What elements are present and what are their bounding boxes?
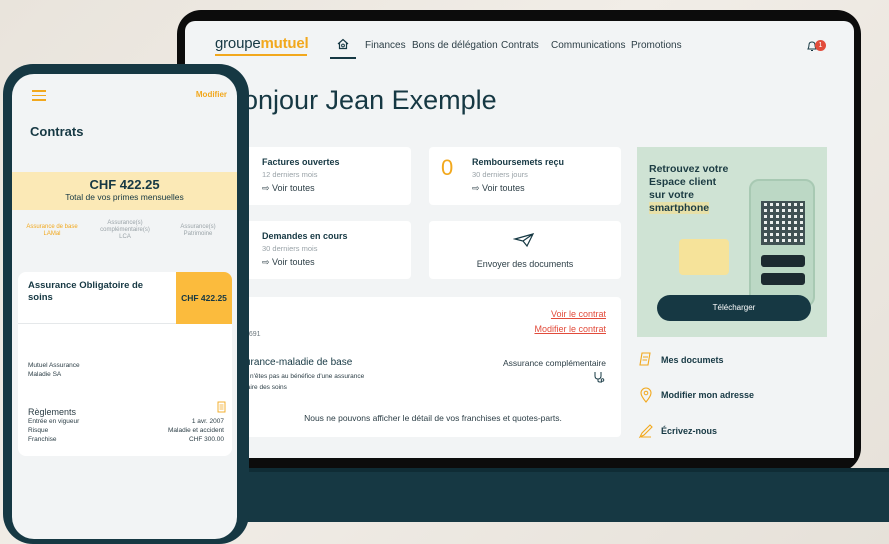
tab-label-line: Patrimoine <box>183 231 213 237</box>
promo-line-1: Retrouvez votre <box>649 163 729 175</box>
tab-assurance-patrimoine[interactable]: Assurance(s) Patrimoine <box>164 224 232 238</box>
voir-toutes-demandes-link[interactable]: ⇨ Voir toutes <box>262 257 315 268</box>
top-navigation: groupemutuel Finances Bons de délégation… <box>185 21 854 71</box>
home-icon[interactable] <box>336 37 350 51</box>
contract-amount: CHF 422.25 <box>176 272 232 324</box>
row-label-franchise: Franchise <box>28 436 57 443</box>
link-label: Voir toutes <box>482 183 525 193</box>
row-value-risque: Maladie et accident <box>167 427 224 434</box>
arrow-right-icon: ⇨ <box>472 183 483 193</box>
paper-plane-icon <box>513 233 535 248</box>
modifier-button[interactable]: Modifier <box>196 90 227 99</box>
contract-title: Assurance Obligatoire de soins <box>28 280 144 303</box>
card-title: Demandes en cours <box>262 231 348 241</box>
promo-text: Retrouvez votre Espace client sur votre … <box>649 163 749 215</box>
total-premiums-banner: CHF 422.25 Total de vos primes mensuelle… <box>12 172 237 210</box>
tab-label-line: LCA <box>119 234 131 240</box>
smartphone-illustration <box>749 179 815 307</box>
envoyer-documents-button[interactable]: Envoyer des documents <box>429 221 621 279</box>
logo-underline <box>215 54 307 56</box>
card-subtitle: 12 derniers mois <box>262 170 318 179</box>
smartphone-screen: Modifier Contrats CHF 422.25 Total de vo… <box>12 74 237 539</box>
hamburger-menu-icon[interactable] <box>32 90 46 101</box>
reglements-label: Règlements <box>28 407 77 417</box>
contract-card-mobile[interactable]: Assurance Obligatoire de soins CHF 422.2… <box>18 272 232 456</box>
link-label: Voir toutes <box>272 257 315 267</box>
card-factures-ouvertes: Factures ouvertes 12 derniers mois ⇨ Voi… <box>243 147 411 205</box>
document-icon[interactable] <box>217 401 226 413</box>
tab-label-line: Assurance de base <box>26 224 78 230</box>
total-label: Total de vos primes mensuelles <box>65 192 184 202</box>
total-amount: CHF 422.25 <box>89 177 160 192</box>
nav-finances[interactable]: Finances <box>365 40 406 51</box>
tab-assurance-complementaire[interactable]: Assurance(s) complémentaire(s) LCA <box>91 220 159 241</box>
write-message-icon <box>638 424 653 439</box>
remboursements-count: 0 <box>441 155 454 180</box>
card-title: Remboursemets reçu <box>472 157 565 167</box>
promo-line-3: sur votre <box>649 189 694 201</box>
qr-code-icon <box>761 201 805 245</box>
tab-assurance-base[interactable]: Assurance de base LAMal <box>18 224 86 238</box>
tab-label-line: complémentaire(s) <box>100 227 150 233</box>
groupe-mutuel-logo[interactable]: groupemutuel <box>215 35 309 52</box>
voir-toutes-factures-link[interactable]: ⇨ Voir toutes <box>262 183 315 194</box>
notification-badge: 1 <box>815 40 826 51</box>
tab-label-line: LAMal <box>43 231 61 237</box>
promo-line-2: Espace client <box>649 176 717 188</box>
base-insurance-note-2: taire des soins <box>245 384 287 391</box>
app-promo-banner: Retrouvez votre Espace client sur votre … <box>637 147 827 337</box>
nav-contrats[interactable]: Contrats <box>501 40 539 51</box>
logo-text-mutuel: mutuel <box>260 35 309 52</box>
base-insurance-title: urance-maladie de base <box>245 357 353 368</box>
google-play-badge-icon <box>761 273 805 285</box>
laptop-base <box>236 472 889 522</box>
insurer-name-1: Mutuel Assurance <box>28 362 80 369</box>
row-value-entree: 1 avr. 2007 <box>191 418 224 425</box>
card-subtitle: 30 derniers jours <box>472 170 528 179</box>
promo-line-4: smartphone <box>649 202 710 214</box>
documents-icon <box>639 352 651 366</box>
greeting-title: onjour Jean Exemple <box>243 85 497 115</box>
ecrivez-nous-link[interactable]: Écrivez-nous <box>661 426 717 436</box>
mes-documents-link[interactable]: Mes documets <box>661 355 724 365</box>
arrow-right-icon: ⇨ <box>262 257 273 267</box>
arrow-right-icon: ⇨ <box>262 183 273 193</box>
logo-text-groupe: groupe <box>215 35 261 52</box>
row-label-entree: Entrée en vigueur <box>28 418 80 425</box>
contract-card: Voir le contrat Modifier le contrat 5691… <box>245 297 621 437</box>
franchise-message: Nous ne pouvons afficher le détail de vo… <box>304 413 562 423</box>
card-title: Factures ouvertes <box>262 157 340 167</box>
card-remboursements: 0 Remboursemets reçu 30 derniers jours ⇨… <box>429 147 621 205</box>
link-label: Voir toutes <box>272 183 315 193</box>
base-insurance-note-1: s n'êtes pas au bénéfice d'une assurance <box>245 373 365 380</box>
complementaire-label: Assurance complémentaire <box>503 358 606 368</box>
laptop-screen: groupemutuel Finances Bons de délégation… <box>185 21 854 458</box>
voir-toutes-remboursements-link[interactable]: ⇨ Voir toutes <box>472 183 525 194</box>
modifier-adresse-link[interactable]: Modifier mon adresse <box>661 390 754 400</box>
nav-communications[interactable]: Communications <box>551 40 625 51</box>
voir-contrat-link[interactable]: Voir le contrat <box>551 309 606 319</box>
promo-logo-illustration <box>679 239 729 275</box>
tab-label-line: Assurance(s) <box>107 220 143 226</box>
nav-promotions[interactable]: Promotions <box>631 40 682 51</box>
row-label-risque: Risque <box>28 427 49 434</box>
card-subtitle: 30 derniers mois <box>262 244 318 253</box>
location-pin-icon <box>640 387 652 403</box>
contract-card-header: Assurance Obligatoire de soins CHF 422.2… <box>18 272 232 324</box>
insurer-name-2: Maladie SA <box>28 371 62 378</box>
telecharger-button[interactable]: Télécharger <box>657 295 811 321</box>
tab-label-line: Assurance(s) <box>180 224 216 230</box>
app-store-badge-icon <box>761 255 805 267</box>
home-active-indicator <box>330 57 356 59</box>
row-value-franchise: CHF 300.00 <box>188 436 224 443</box>
nav-bons-delegation[interactable]: Bons de délégation <box>412 40 498 51</box>
stethoscope-icon[interactable] <box>593 371 605 383</box>
envoyer-documents-label: Envoyer des documents <box>476 259 574 269</box>
page-title: Contrats <box>30 124 84 139</box>
modifier-contrat-link[interactable]: Modifier le contrat <box>534 324 606 334</box>
card-demandes-en-cours: Demandes en cours 30 derniers mois ⇨ Voi… <box>243 221 411 279</box>
